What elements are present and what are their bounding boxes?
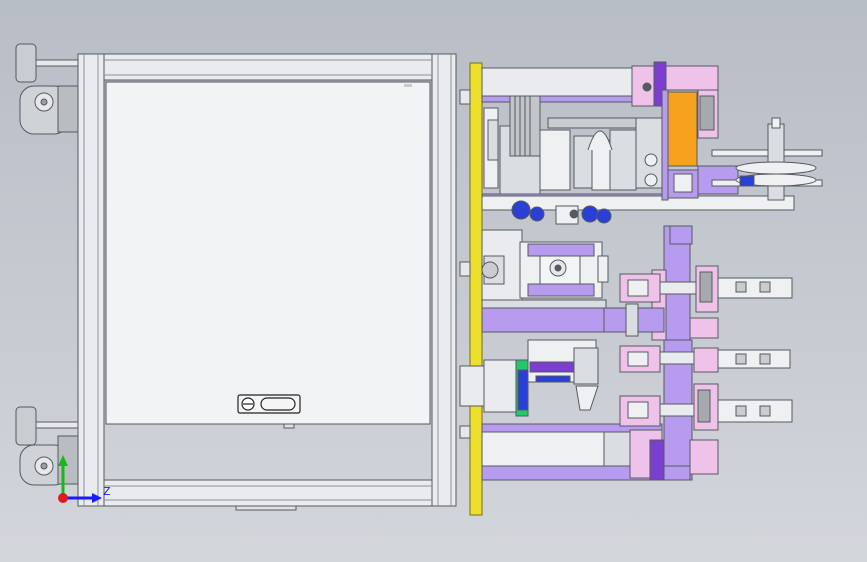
- cabinet-door-panel: [105, 81, 431, 425]
- cad-viewport[interactable]: Z: [0, 0, 867, 562]
- frame-bottom-rail: [103, 479, 433, 507]
- frame-top-rail: [103, 53, 433, 81]
- frame-cabinet: [77, 53, 457, 511]
- frame-post-right: [431, 53, 457, 507]
- mount-plate: [459, 62, 483, 516]
- axis-z-label: Z: [103, 485, 111, 498]
- machine-drawing: [15, 43, 823, 516]
- handle-icon: [237, 394, 301, 414]
- upper-feeder-assembly: [481, 61, 823, 225]
- lower-gripper-assembly: [459, 339, 793, 481]
- frame-post-left: [77, 53, 105, 507]
